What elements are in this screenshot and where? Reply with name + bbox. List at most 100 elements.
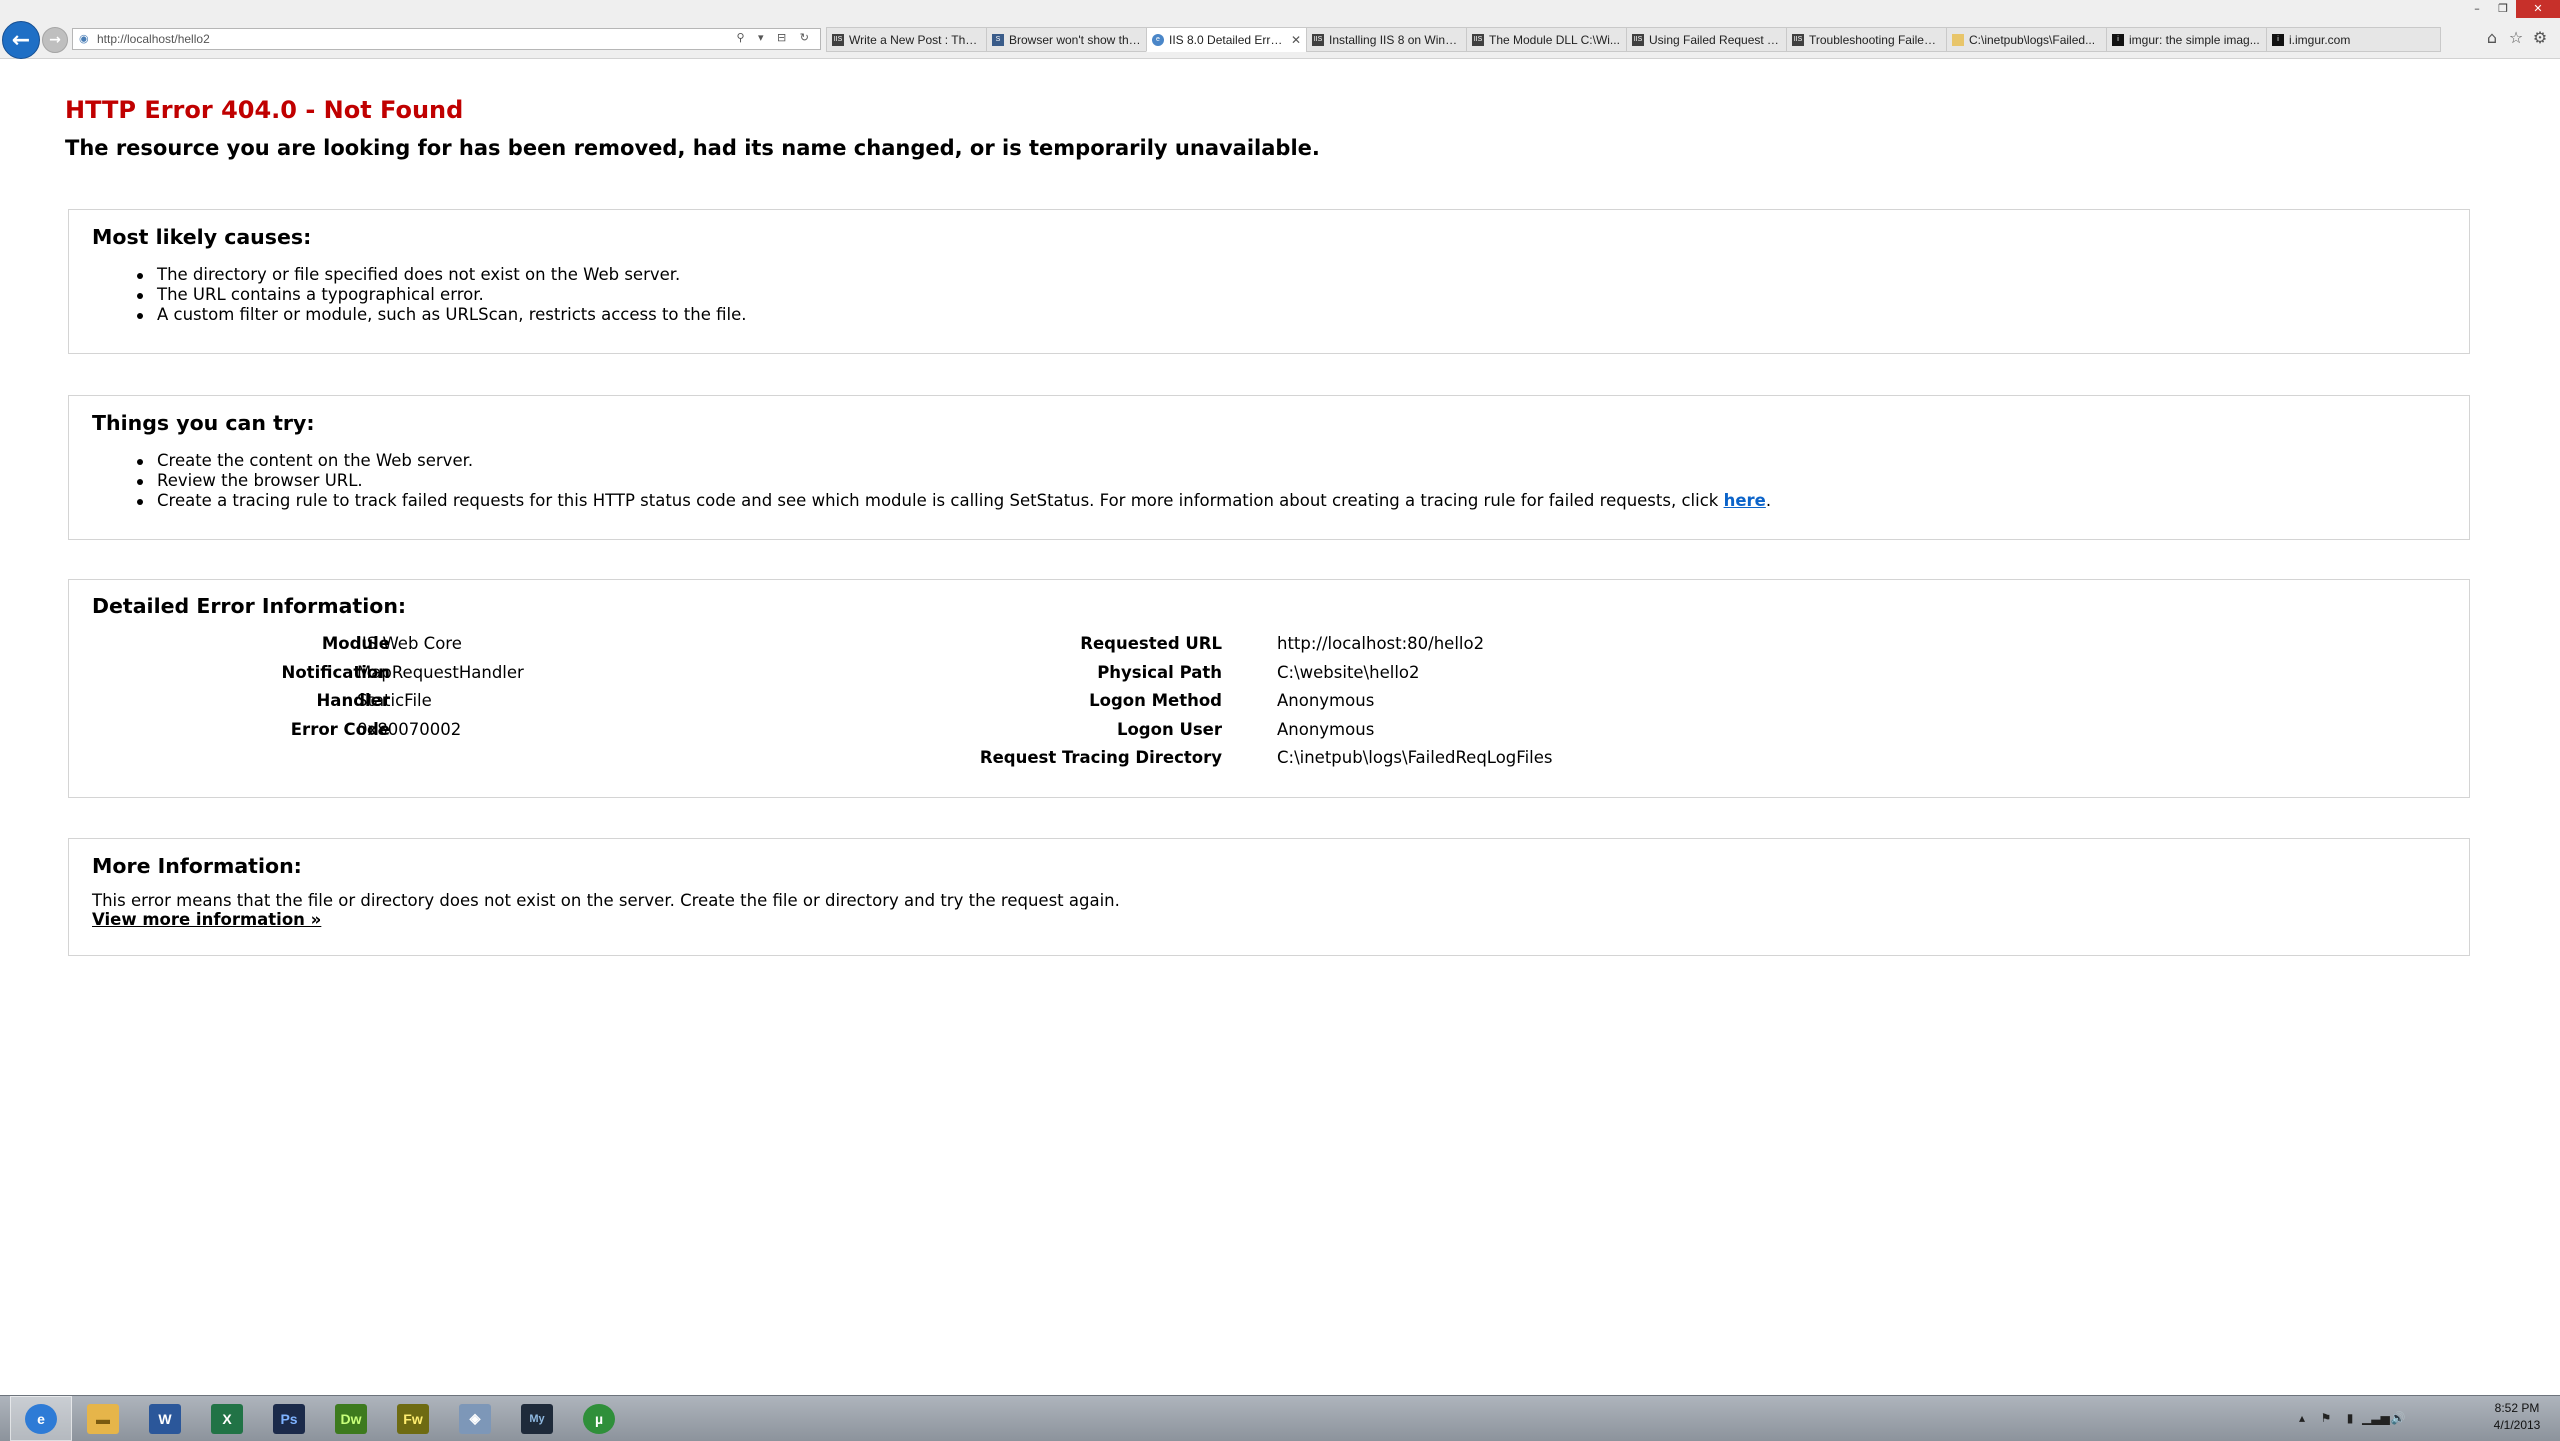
page-icon: ◉ [79,32,89,45]
back-arrow-icon: ← [11,27,31,53]
folder-icon [1952,33,1964,46]
taskbar-utorrent[interactable]: µ [568,1396,630,1441]
try-heading: Things you can try: [92,411,315,435]
word-icon: W [149,1403,181,1434]
dreamweaver-icon: Dw [335,1403,367,1434]
tab-using-failed-request[interactable]: IIS Using Failed Request Tr... [1626,27,1786,52]
tab-browser-wont-show[interactable]: S Browser won't show the... [986,27,1146,52]
taskbar-word[interactable]: W [134,1396,196,1441]
tracing-rule-link[interactable]: here [1724,491,1766,510]
tab-title: The Module DLL C:\Wi... [1489,32,1620,47]
battery-icon[interactable]: ▮ [2338,1411,2362,1425]
list-item: A custom filter or module, such as URLSc… [136,305,747,324]
clock-time: 8:52 PM [2494,1401,2540,1415]
iis-icon: IIS [832,33,844,46]
tab-title: IIS 8.0 Detailed Error ... [1169,32,1287,47]
list-item: The URL contains a typographical error. [136,285,746,305]
tab-title: imgur: the simple imag... [2129,32,2260,47]
list-item: The directory or file specified does not… [136,265,746,285]
tab-inetpub-logs[interactable]: C:\inetpub\logs\Failed... [1946,27,2106,52]
fireworks-icon: Fw [397,1403,429,1434]
minimize-button[interactable]: – [2464,0,2490,18]
taskbar-ie[interactable]: e [10,1396,72,1441]
tracing-rule-text: Create a tracing rule to track failed re… [157,491,1724,510]
show-hidden-icons-icon[interactable]: ▴ [2290,1411,2314,1425]
taskbar-dreamweaver[interactable]: Dw [320,1396,382,1441]
logon-method-value: Anonymous [1277,691,1375,710]
favorites-star-icon[interactable]: ☆ [2504,28,2528,47]
tab-title: Installing IIS 8 on Wind... [1329,32,1461,47]
back-button[interactable]: ← [2,21,40,59]
system-tray: ▴ ⚑ ▮ ▁▃▅ 🔊 [2290,1411,2410,1425]
address-bar[interactable]: ◉ ⚲ ▾ ⊟ ↻ [72,28,821,50]
details-panel: Detailed Error Information: Module IIS W… [68,579,2470,798]
tracing-directory-label: Request Tracing Directory [979,748,1222,767]
browser-chrome: – ❐ ✕ ← → ◉ ⚲ ▾ ⊟ ↻ IIS Write a New Post … [0,0,2560,59]
module-value: IIS Web Core [357,634,462,653]
volume-icon[interactable]: 🔊 [2386,1411,2410,1425]
tab-title: i.imgur.com [2289,32,2351,47]
physical-path-value: C:\website\hello2 [1277,663,1420,682]
tab-installing-iis8[interactable]: IIS Installing IIS 8 on Wind... [1306,27,1466,52]
list-item: Review the browser URL. [136,471,1771,491]
iis-icon: IIS [1312,33,1324,46]
tab-title: Browser won't show the... [1009,32,1141,47]
imgur-icon: i [2112,33,2124,46]
list-item: Create the content on the Web server. [136,451,1771,471]
network-signal-icon[interactable]: ▁▃▅ [2362,1411,2390,1425]
causes-heading: Most likely causes: [92,225,312,249]
handler-value: StaticFile [357,691,432,710]
tab-iis-detailed-error[interactable]: e IIS 8.0 Detailed Error ... ✕ [1146,27,1306,52]
mysql-workbench-icon: My [521,1403,553,1434]
tab-troubleshooting-failed[interactable]: IIS Troubleshooting Failed ... [1786,27,1946,52]
address-tools-icons[interactable]: ⚲ ▾ ⊟ ↻ [736,31,814,44]
logon-user-label: Logon User [1116,720,1222,739]
iis-icon: IIS [1792,33,1804,46]
window-controls: – ❐ ✕ [2464,0,2560,18]
tracing-directory-value: C:\inetpub\logs\FailedReqLogFiles [1277,748,1553,767]
imgur-icon: i [2272,33,2284,46]
photoshop-icon: Ps [273,1403,305,1434]
logon-user-value: Anonymous [1277,720,1375,739]
settings-gear-icon[interactable]: ⚙ [2528,28,2552,47]
restore-button[interactable]: ❐ [2490,0,2516,18]
requested-url-label: Requested URL [1080,634,1222,653]
forward-arrow-icon: → [49,32,61,48]
link-suffix: . [1765,491,1772,510]
more-info-heading: More Information: [92,854,302,878]
toolbar-icons: ⌂ ☆ ⚙ [2480,28,2552,47]
tab-imgur[interactable]: i imgur: the simple imag... [2106,27,2266,52]
view-more-info-link[interactable]: View more information » [92,910,321,930]
internet-explorer-icon: e [25,1403,57,1434]
forward-button[interactable]: → [42,27,68,53]
tab-title: Troubleshooting Failed ... [1809,32,1941,47]
excel-icon: X [211,1403,243,1434]
details-heading: Detailed Error Information: [92,594,407,618]
error-title: HTTP Error 404.0 - Not Found [65,96,464,124]
tab-write-new-post[interactable]: IIS Write a New Post : The ... [826,27,986,52]
requested-url-value: http://localhost:80/hello2 [1277,634,1485,653]
taskbar-mysql-workbench[interactable]: My [506,1396,568,1441]
tab-close-icon[interactable]: ✕ [1291,33,1301,47]
ie-page-icon: e [1152,33,1164,46]
tab-i-imgur[interactable]: i i.imgur.com [2266,27,2441,52]
physical-path-label: Physical Path [1097,663,1222,682]
notification-value: MapRequestHandler [357,663,524,682]
list-item: Create a tracing rule to track failed re… [136,491,1772,511]
network-tool-icon: ◈ [459,1403,491,1434]
address-input[interactable] [97,30,697,48]
action-center-flag-icon[interactable]: ⚑ [2314,1411,2338,1425]
taskbar-excel[interactable]: X [196,1396,258,1441]
taskbar-file-explorer[interactable]: ▬ [72,1396,134,1441]
taskbar-fireworks[interactable]: Fw [382,1396,444,1441]
close-button[interactable]: ✕ [2516,0,2560,18]
taskbar-network-tool[interactable]: ◈ [444,1396,506,1441]
more-info-panel: More Information: This error means that … [68,838,2470,956]
tab-strip: IIS Write a New Post : The ... S Browser w… [826,27,2456,52]
causes-panel: Most likely causes: The directory or fil… [68,209,2470,354]
home-icon[interactable]: ⌂ [2480,28,2504,47]
iis-icon: IIS [1472,33,1484,46]
taskbar-photoshop[interactable]: Ps [258,1396,320,1441]
tab-module-dll[interactable]: IIS The Module DLL C:\Wi... [1466,27,1626,52]
clock[interactable]: 8:52 PM 4/1/2013 [2478,1400,2556,1434]
